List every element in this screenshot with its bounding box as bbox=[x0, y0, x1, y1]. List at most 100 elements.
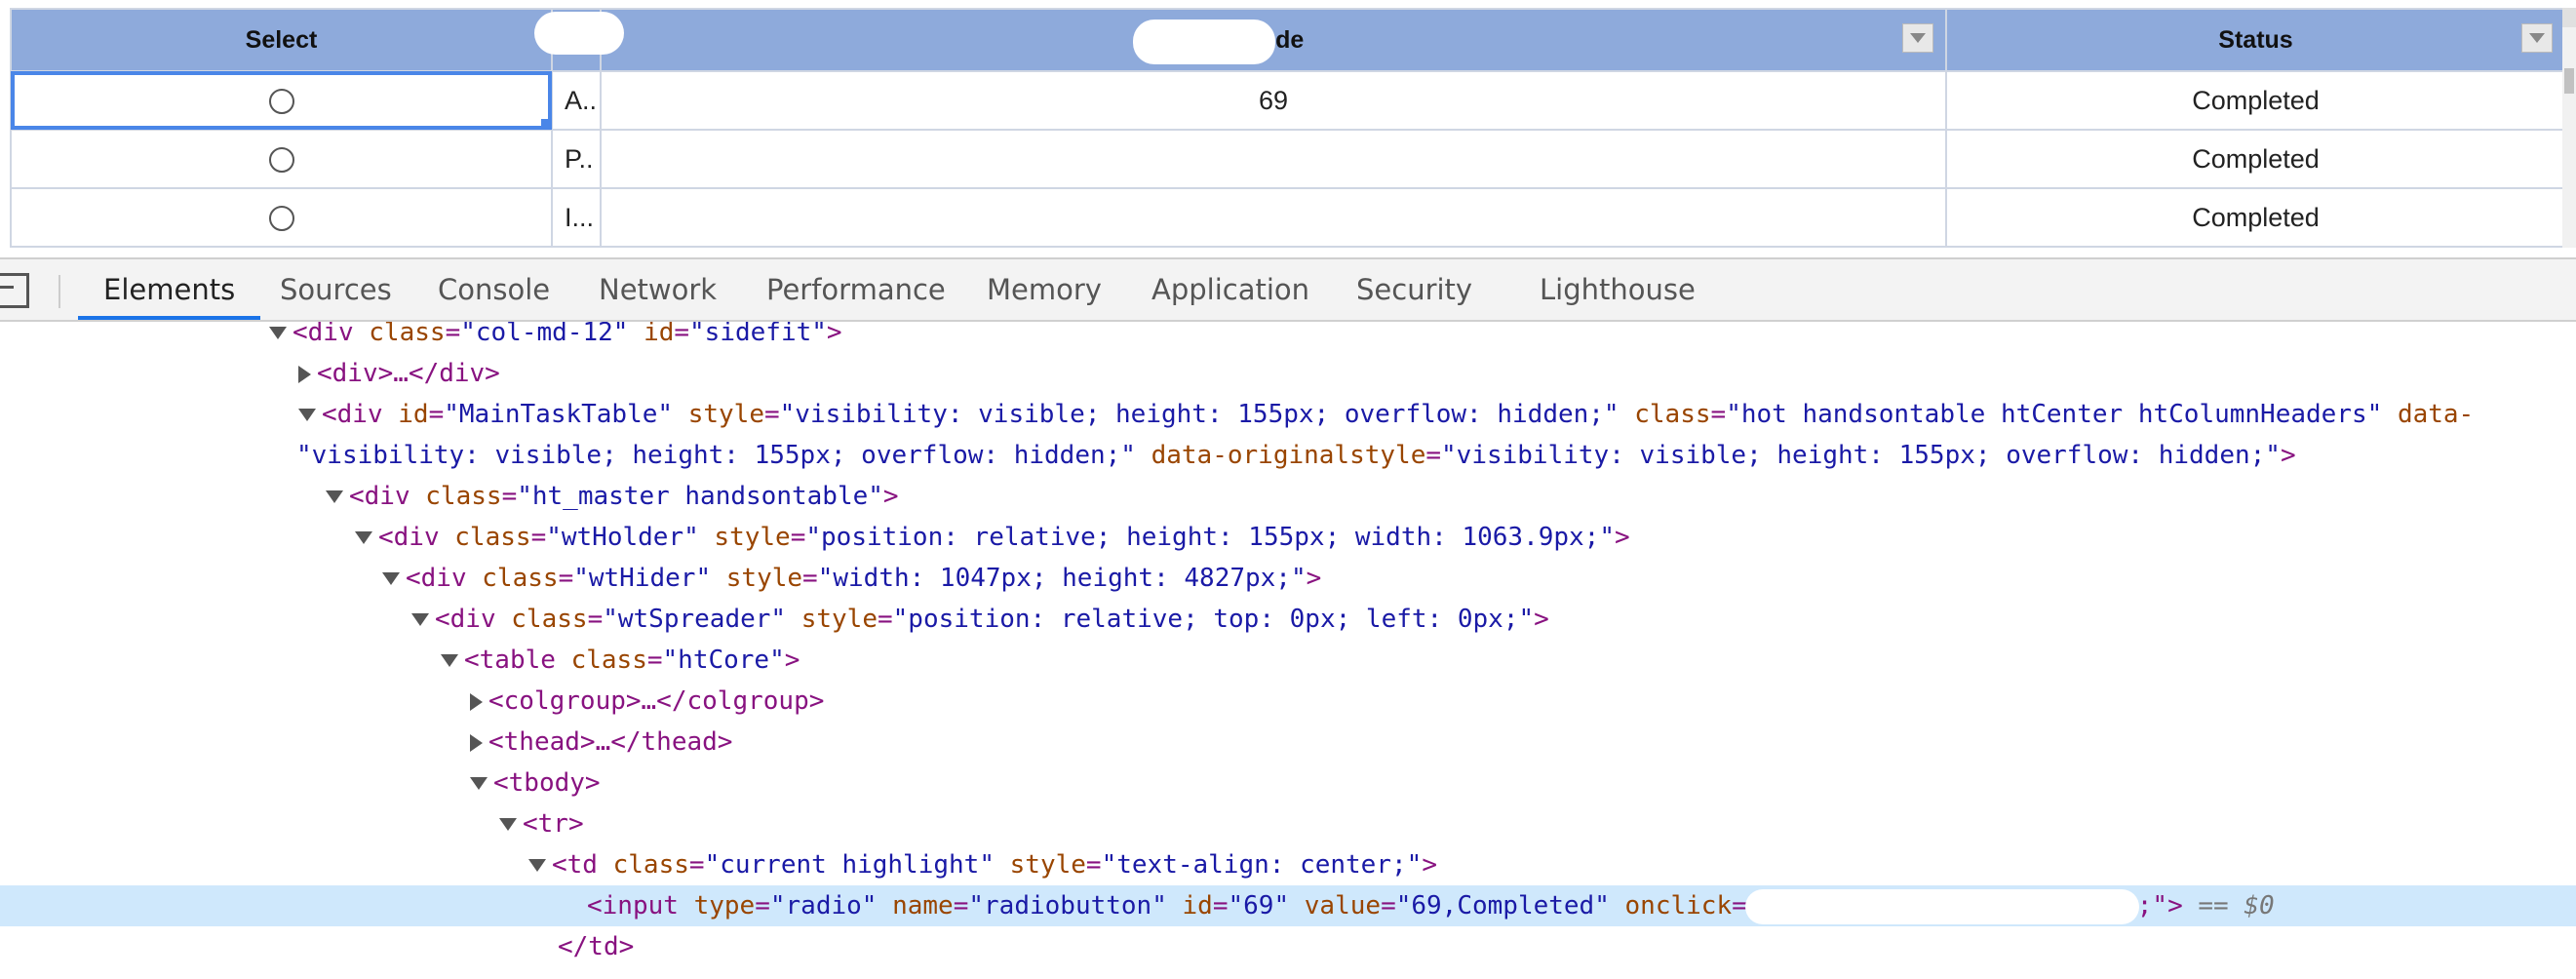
attr-value: "visibility: visible; height: 155px; ove… bbox=[296, 441, 1136, 470]
redaction-mark bbox=[1746, 890, 2137, 922]
tab-application[interactable]: Application bbox=[1151, 259, 1309, 320]
attr-name: style bbox=[725, 564, 803, 593]
expand-arrow-icon[interactable] bbox=[298, 365, 311, 383]
tag-close: > bbox=[882, 482, 899, 511]
attr-name: value bbox=[1304, 891, 1382, 920]
attr-name: id bbox=[1182, 891, 1213, 920]
tag-open: <div bbox=[322, 400, 399, 429]
scroll-up-arrow-icon[interactable] bbox=[2562, 8, 2576, 27]
attr-name: class bbox=[454, 523, 531, 552]
tab-memory[interactable]: Memory bbox=[987, 259, 1102, 320]
dom-node-input-selected[interactable]: <input type="radio" name="radiobutton" i… bbox=[0, 885, 2576, 926]
tag-open: <div bbox=[293, 322, 370, 347]
tag-text: <tr> bbox=[523, 809, 584, 839]
fill-handle[interactable] bbox=[541, 119, 550, 128]
tab-network[interactable]: Network bbox=[599, 259, 717, 320]
dom-node-maintasktable-cont[interactable]: "visibility: visible; height: 155px; ove… bbox=[0, 435, 2576, 476]
attr-name: style bbox=[800, 605, 878, 634]
attr-value: "hot handsontable htCenter htColumnHeade… bbox=[1726, 400, 2383, 429]
dom-node-htcore[interactable]: <table class="htCore"> bbox=[0, 640, 2576, 681]
code-filter-dropdown-icon[interactable] bbox=[1902, 23, 1933, 53]
header-select-label: Select bbox=[245, 25, 318, 54]
collapse-arrow-icon[interactable] bbox=[441, 654, 458, 667]
attr-value: "col-md-12" bbox=[460, 322, 629, 347]
tab-security[interactable]: Security bbox=[1356, 259, 1472, 320]
header-select[interactable]: Select bbox=[10, 8, 553, 72]
col2-cell[interactable]: P.. bbox=[551, 129, 602, 189]
expand-arrow-icon[interactable] bbox=[470, 692, 483, 711]
task-table-area: Select Code Status A.. 69 bbox=[0, 0, 2576, 255]
radio-button[interactable] bbox=[268, 206, 294, 232]
collapse-arrow-icon[interactable] bbox=[269, 327, 287, 339]
collapse-arrow-icon[interactable] bbox=[326, 490, 343, 503]
expand-arrow-icon[interactable] bbox=[470, 733, 483, 752]
collapse-arrow-icon[interactable] bbox=[298, 409, 316, 421]
code-cell[interactable] bbox=[600, 129, 1947, 189]
tab-separator bbox=[59, 275, 60, 308]
attr-value: "wtSpreader" bbox=[603, 605, 787, 634]
select-cell[interactable] bbox=[10, 129, 553, 189]
collapse-arrow-icon[interactable] bbox=[382, 572, 400, 585]
dom-node-collapsed-div[interactable]: <div>…</div> bbox=[0, 353, 2576, 394]
collapse-arrow-icon[interactable] bbox=[411, 613, 429, 626]
header-status[interactable]: Status bbox=[1945, 8, 2566, 72]
header-status-label: Status bbox=[2218, 25, 2293, 54]
select-cell[interactable] bbox=[10, 187, 553, 248]
col2-cell[interactable]: A.. bbox=[551, 70, 602, 131]
attr-value: "69" bbox=[1228, 891, 1290, 920]
collapse-arrow-icon[interactable] bbox=[470, 777, 488, 790]
devtools-tab-bar: Elements Sources Console Network Perform… bbox=[0, 257, 2576, 322]
dom-node-colgroup[interactable]: <colgroup>…</colgroup> bbox=[0, 681, 2576, 722]
dock-side-icon[interactable] bbox=[0, 273, 29, 308]
tag-open: <div bbox=[378, 523, 455, 552]
status-cell[interactable]: Completed bbox=[1945, 187, 2566, 248]
select-cell[interactable] bbox=[10, 70, 553, 131]
attr-value: "wtHider" bbox=[573, 564, 712, 593]
attr-name: class bbox=[511, 605, 588, 634]
tab-console[interactable]: Console bbox=[438, 259, 550, 320]
dom-node-tbody[interactable]: <tbody> bbox=[0, 763, 2576, 803]
tag-text: <colgroup>…</colgroup> bbox=[488, 686, 825, 716]
dom-node-td[interactable]: <td class="current highlight" style="tex… bbox=[0, 844, 2576, 885]
tag-open: <div bbox=[435, 605, 512, 634]
dom-node-ht-master[interactable]: <div class="ht_master handsontable"> bbox=[0, 476, 2576, 517]
tag-text: <div>…</div> bbox=[317, 359, 500, 388]
col2-cell[interactable]: I... bbox=[551, 187, 602, 248]
elements-panel: <div class="col-md-12" id="sidefit"> <di… bbox=[0, 322, 2576, 979]
status-cell[interactable]: Completed bbox=[1945, 70, 2566, 131]
dom-node-maintasktable[interactable]: <div id="MainTaskTable" style="visibilit… bbox=[0, 394, 2576, 435]
attr-name: data-originalstyle bbox=[1151, 441, 1426, 470]
tag-open: <div bbox=[406, 564, 483, 593]
table-row: P.. Completed bbox=[10, 129, 2566, 189]
dom-node-thead[interactable]: <thead>…</thead> bbox=[0, 722, 2576, 763]
attr-name: class bbox=[482, 564, 559, 593]
tab-elements[interactable]: Elements bbox=[77, 259, 261, 320]
dom-node-tr[interactable]: <tr> bbox=[0, 803, 2576, 844]
collapse-arrow-icon[interactable] bbox=[499, 818, 517, 831]
dom-node-wtspreader[interactable]: <div class="wtSpreader" style="position:… bbox=[0, 599, 2576, 640]
tab-performance[interactable]: Performance bbox=[766, 259, 946, 320]
scrollbar-thumb[interactable] bbox=[2564, 68, 2574, 94]
dom-node-sidefit[interactable]: <div class="col-md-12" id="sidefit"> bbox=[0, 322, 2576, 353]
dom-node-wtholder[interactable]: <div class="wtHolder" style="position: r… bbox=[0, 517, 2576, 558]
tab-lighthouse[interactable]: Lighthouse bbox=[1540, 259, 1696, 320]
radio-button[interactable] bbox=[268, 147, 294, 174]
attr-name: name bbox=[892, 891, 954, 920]
tag-close: > bbox=[1534, 605, 1549, 634]
status-filter-dropdown-icon[interactable] bbox=[2521, 23, 2553, 53]
attr-value: "69,Completed" bbox=[1395, 891, 1610, 920]
collapse-arrow-icon[interactable] bbox=[528, 859, 546, 872]
dom-node-wthider[interactable]: <div class="wtHider" style="width: 1047p… bbox=[0, 558, 2576, 599]
radio-button[interactable] bbox=[268, 89, 294, 115]
code-cell[interactable] bbox=[600, 187, 1947, 248]
tab-sources[interactable]: Sources bbox=[280, 259, 392, 320]
attr-value: "position: relative; height: 155px; widt… bbox=[805, 523, 1615, 552]
table-row: I... Completed bbox=[10, 187, 2566, 248]
table-scrollbar[interactable] bbox=[2562, 8, 2576, 248]
code-cell[interactable]: 69 bbox=[600, 70, 1947, 131]
tag-open: <table bbox=[464, 646, 571, 675]
collapse-arrow-icon[interactable] bbox=[355, 531, 372, 544]
attr-value: "wtHolder" bbox=[546, 523, 699, 552]
status-cell[interactable]: Completed bbox=[1945, 129, 2566, 189]
dom-node-td-close[interactable]: </td> bbox=[0, 926, 2576, 967]
